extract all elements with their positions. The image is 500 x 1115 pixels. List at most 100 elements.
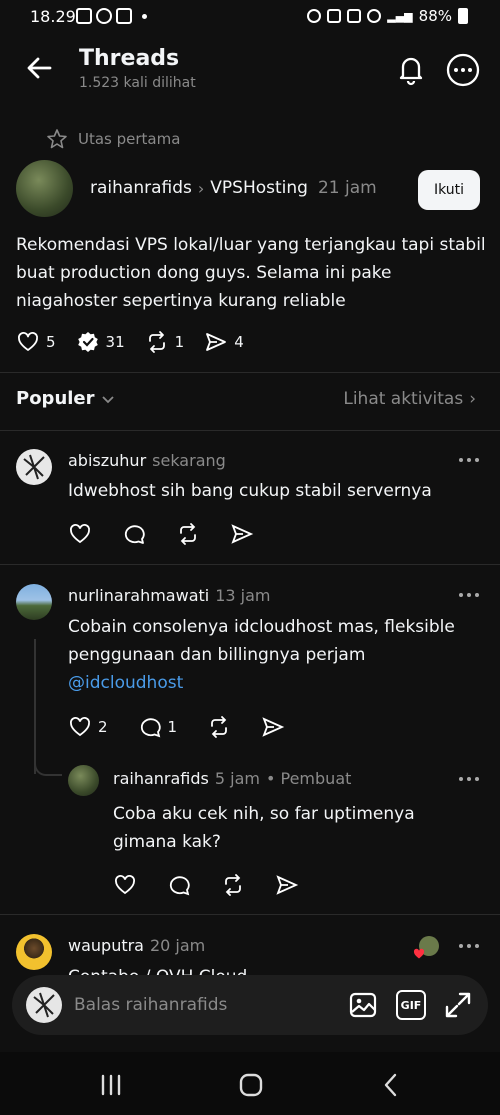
bluetooth-icon [327,9,342,23]
gmail-icon [76,8,92,24]
more-horizontal-icon [446,53,480,87]
chevron-down-icon [101,395,114,403]
chevron-right-icon: › [469,389,476,409]
reply-item: abiszuhur sekarang Idwebhost sih bang cu… [0,430,500,564]
mute-icon [347,9,362,23]
notification-button[interactable] [394,52,428,86]
reply-actions [113,872,329,898]
share-button[interactable] [230,522,254,546]
reply-count: 1 [167,718,178,736]
send-icon [262,717,285,737]
repost-icon [148,331,165,353]
reply-text: Idwebhost sih bang cukup stabil serverny… [68,481,432,501]
reply-avatar[interactable] [16,584,52,620]
reply-text: Coba aku cek nih, so far uptimenya giman… [113,804,415,852]
reply-author-row: wauputra 20 jam [68,936,205,955]
reply-item: wauputra 20 jam Contabo / OVH Cloud [0,914,500,976]
author-name[interactable]: raihanrafids [90,178,192,198]
battery-icon [458,8,468,24]
like-button[interactable]: 5 [16,330,56,354]
creator-badge: • Pembuat [265,769,352,788]
more-options-button[interactable] [445,52,481,88]
home-icon[interactable] [236,1072,266,1098]
repost-button[interactable] [221,873,245,897]
reply-button[interactable]: 1 [138,715,178,739]
comment-icon [140,718,161,738]
view-activity-link[interactable]: Lihat aktivitas › [343,389,476,409]
reply-actions [68,521,284,547]
send-icon [206,333,227,351]
reply-author[interactable]: abiszuhur [68,451,146,470]
repost-button[interactable]: 1 [145,330,184,354]
view-activity-label: Lihat aktivitas [343,389,464,409]
like-button[interactable] [113,873,137,897]
repost-icon [211,716,227,738]
sort-row: Populer Lihat aktivitas › [16,388,484,414]
post-time: 21 jam [317,178,377,198]
like-button[interactable] [68,522,92,546]
heart-icon [18,332,38,351]
post-actions: 5 31 1 4 [16,328,264,356]
reply-author[interactable]: wauputra [68,936,144,955]
reply-input[interactable]: Balas raihanrafids [74,995,227,1015]
author-avatar[interactable] [16,160,73,217]
post-author-row: raihanrafids › VPSHosting 21 jam [90,178,377,198]
reply-avatar[interactable] [16,449,52,485]
repost-button[interactable] [207,715,231,739]
reply-button[interactable]: 31 [76,330,125,354]
image-icon[interactable] [348,990,378,1020]
reply-author[interactable]: nurlinarahmawati [68,586,209,605]
reply-time: 20 jam [149,936,206,955]
more-horizontal-icon[interactable] [456,938,482,954]
reply-avatar[interactable] [16,934,52,970]
like-count: 2 [98,718,108,736]
reply-time: sekarang [152,451,226,470]
signal-icon: ▂▄▆ [387,9,413,23]
reply-button[interactable] [167,873,191,897]
wifi-icon [367,9,382,23]
app-header: Threads 1.523 kali dilihat [0,40,500,100]
avatar-sketch-icon [33,992,55,1018]
reply-author-row: nurlinarahmawati 13 jam [68,586,271,605]
like-count: 5 [46,333,56,351]
back-button[interactable] [22,50,58,86]
gif-button[interactable]: GIF [396,990,426,1020]
status-right: ▂▄▆ 88% [307,7,468,25]
follow-button[interactable]: Ikuti [418,170,480,210]
more-horizontal-icon[interactable] [456,771,482,787]
send-icon [276,875,299,895]
share-button[interactable] [275,873,299,897]
more-horizontal-icon[interactable] [456,452,482,468]
status-bar: 18.29 ▂▄▆ 88% [0,0,500,34]
recent-apps-icon[interactable] [96,1072,126,1098]
reply-author-row: abiszuhur sekarang [68,451,226,470]
reply-time: 5 jam [214,769,260,788]
reply-composer[interactable]: Balas raihanrafids GIF [12,975,488,1035]
expand-icon[interactable] [443,990,473,1020]
reply-body: Cobain consolenya idcloudhost mas, fleks… [68,617,455,665]
battery-level: 88% [418,7,452,25]
repost-button[interactable] [176,522,200,546]
repost-icon [180,523,196,545]
share-button[interactable] [261,715,285,739]
reply-avatar[interactable] [68,765,99,796]
arrow-left-icon [27,57,52,79]
current-user-avatar [26,987,62,1023]
reply-author[interactable]: raihanrafids [113,769,209,788]
heart-filled-icon [413,948,425,959]
star-icon [47,129,67,149]
heart-icon [70,717,90,737]
threads-app-icon [96,8,112,24]
mention-link[interactable]: @idcloudhost [68,673,183,693]
chevron-right-icon: › [197,178,205,198]
comment-icon [124,525,145,544]
share-button[interactable]: 4 [204,330,244,354]
sort-dropdown[interactable]: Populer [16,388,115,409]
reply-time: 13 jam [215,586,271,605]
topic-tag[interactable]: VPSHosting [210,178,308,198]
first-thread-text: Utas pertama [78,130,181,148]
like-button[interactable]: 2 [68,715,108,739]
reply-button[interactable] [122,522,146,546]
back-nav-icon[interactable] [376,1072,406,1098]
more-horizontal-icon[interactable] [456,587,482,603]
